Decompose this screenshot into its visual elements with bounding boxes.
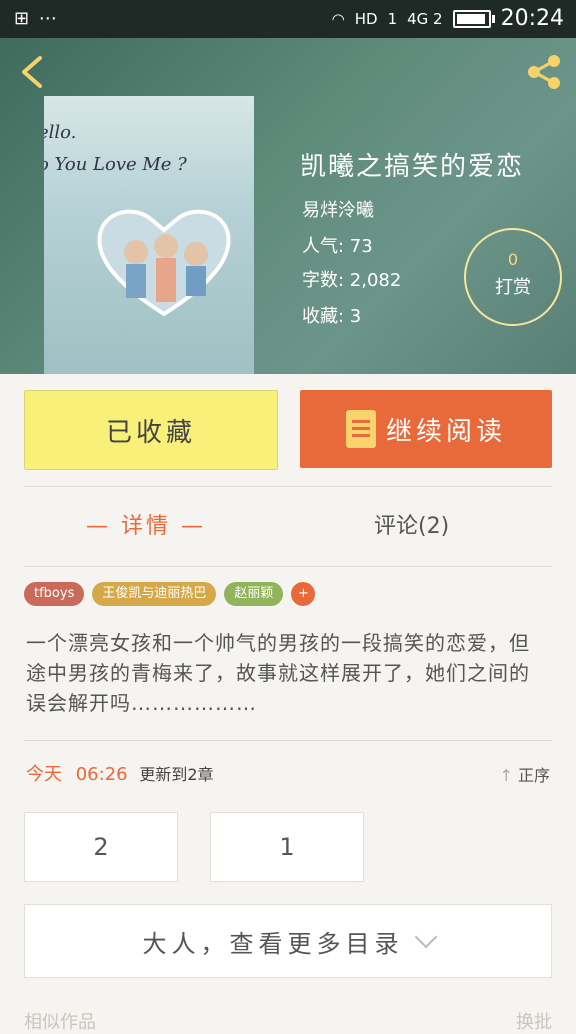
collected-button[interactable]: 已收藏 — [24, 390, 278, 470]
similar-works-heading: 相似作品 — [24, 1012, 96, 1033]
book-author[interactable]: 易烊泠曦 — [302, 196, 374, 222]
refresh-batch-link[interactable]: 换批 — [516, 1008, 552, 1034]
view-more-label: 大人，查看更多目录 — [142, 929, 404, 958]
continue-reading-label: 继续阅读 — [385, 416, 506, 447]
chapter-button[interactable]: 1 — [210, 812, 364, 882]
status-bar: ⊞ ⋯ ◠ HD 1 4G 2 20:24 — [0, 0, 576, 38]
heart-frame-image — [97, 209, 231, 317]
signal-2: 4G 2 — [407, 9, 443, 28]
book-popularity: 人气: 73 — [302, 236, 373, 257]
cover-text-1: ello. — [44, 122, 77, 143]
reward-button[interactable]: 0 打赏 — [464, 228, 562, 326]
share-icon[interactable] — [524, 52, 564, 92]
divider — [24, 486, 552, 487]
status-right: ◠ HD 1 4G 2 20:24 — [332, 6, 564, 31]
update-info: 今天 06:26 更新到2章 — [26, 760, 214, 786]
status-left-icons: ⊞ ⋯ — [14, 8, 59, 29]
update-note: 更新到2章 — [139, 765, 214, 784]
book-icon — [345, 410, 376, 448]
tab-detail[interactable]: — 详情 — — [86, 508, 206, 540]
arrow-up-icon: ↑ — [499, 766, 513, 785]
chapter-button[interactable]: 2 — [24, 812, 178, 882]
book-title: 凯曦之搞笑的爱恋 — [300, 152, 525, 182]
continue-reading-button[interactable]: 继续阅读 — [300, 390, 552, 468]
battery-icon — [452, 9, 495, 28]
divider — [24, 740, 552, 741]
tag-item[interactable]: tfboys — [24, 582, 85, 606]
book-description: 一个漂亮女孩和一个帅气的男孩的一段搞笑的恋爱，但途中男孩的青梅来了，故事就这样展… — [26, 631, 530, 715]
update-day: 今天 — [26, 764, 62, 785]
tag-item[interactable]: 赵丽颖 — [224, 582, 284, 606]
add-tag-button[interactable]: + — [291, 582, 316, 606]
cover-text-2: o You Love Me ? — [44, 154, 187, 175]
update-time: 06:26 — [75, 764, 128, 785]
back-arrow-icon[interactable] — [14, 52, 54, 92]
tag-item[interactable]: 王俊凯与迪丽热巴 — [92, 582, 217, 606]
book-favorites: 收藏: 3 — [302, 306, 362, 327]
book-header: ello. o You Love Me ? 凯曦之搞笑的爱恋 易烊泠曦 人气: … — [0, 38, 576, 374]
book-word-count: 字数: 2,082 — [302, 270, 402, 291]
clock: 20:24 — [500, 6, 564, 31]
tab-comments[interactable]: 评论(2) — [374, 508, 449, 540]
signal-1: 1 — [387, 9, 398, 28]
sort-label: 正序 — [517, 766, 550, 785]
wifi-icon: ◠ — [331, 9, 345, 28]
chevron-down-icon — [414, 925, 437, 949]
reward-label: 打赏 — [495, 277, 531, 298]
reward-count: 0 — [507, 250, 519, 269]
book-cover[interactable]: ello. o You Love Me ? — [44, 96, 254, 374]
tag-list: tfboys 王俊凯与迪丽热巴 赵丽颖 + — [24, 582, 316, 606]
divider — [24, 566, 552, 567]
network-type: HD — [354, 9, 378, 28]
sort-order-button[interactable]: ↑ 正序 — [499, 762, 550, 786]
view-more-catalog-button[interactable]: 大人，查看更多目录 — [24, 904, 552, 978]
